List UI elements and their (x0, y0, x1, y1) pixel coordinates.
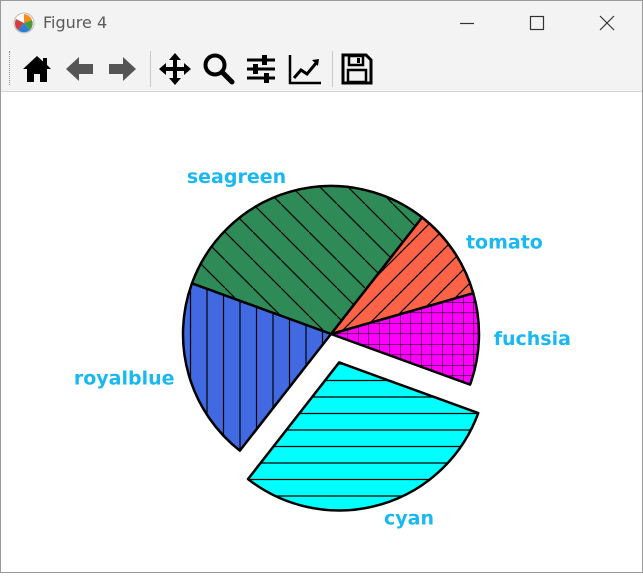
maximize-icon (529, 15, 545, 31)
slice-label-cyan: cyan (384, 507, 434, 529)
navigation-toolbar (1, 45, 642, 92)
home-icon (23, 56, 51, 82)
slice-label-tomato: tomato (466, 231, 543, 253)
window-title: Figure 4 (43, 13, 108, 32)
minimize-button[interactable] (432, 1, 502, 45)
figure-window: Figure 4 fuchsia tomato seagreen royalbl… (0, 0, 643, 573)
maximize-button[interactable] (502, 1, 572, 45)
toolbar-separator (332, 51, 333, 87)
toolbar-separator (150, 51, 151, 87)
title-bar: Figure 4 (1, 1, 642, 45)
configure-subplots-button[interactable] (243, 51, 279, 87)
slice-label-royalblue: royalblue (74, 367, 175, 389)
home-button[interactable] (19, 51, 55, 87)
save-button[interactable] (339, 51, 375, 87)
edit-axis-icon (288, 55, 321, 85)
close-button[interactable] (572, 1, 642, 45)
back-button[interactable] (62, 51, 98, 87)
slice-label-seagreen: seagreen (187, 166, 286, 188)
close-icon (599, 15, 615, 31)
pan-icon (159, 53, 191, 85)
back-icon (66, 57, 93, 81)
matplotlib-icon (13, 12, 35, 34)
slice-label-fuchsia: fuchsia (494, 328, 571, 350)
pie-chart: fuchsia tomato seagreen royalblue cyan (74, 166, 571, 529)
forward-button[interactable] (104, 51, 140, 87)
zoom-icon (203, 53, 235, 85)
figure-canvas[interactable]: fuchsia tomato seagreen royalblue cyan (1, 92, 642, 572)
configure-subplots-icon (247, 55, 275, 83)
edit-axis-button[interactable] (287, 51, 323, 87)
zoom-button[interactable] (200, 51, 236, 87)
minimize-icon (460, 22, 474, 25)
forward-icon (109, 57, 136, 81)
pan-button[interactable] (157, 51, 193, 87)
toolbar-grip[interactable] (9, 51, 12, 85)
save-icon (341, 53, 373, 85)
